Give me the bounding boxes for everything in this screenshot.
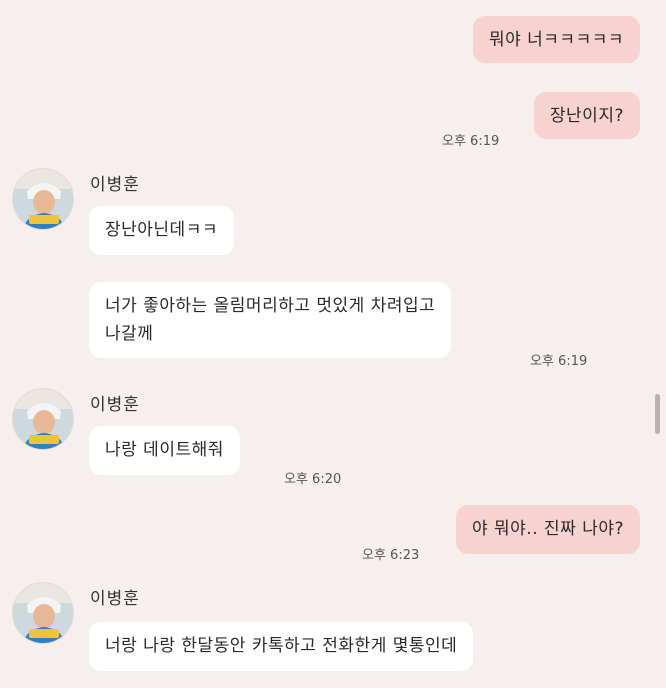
their-message-bubble[interactable]: 장난아닌데ㅋㅋ xyxy=(89,206,234,255)
message-timestamp: 오후 6:23 xyxy=(362,548,420,563)
scrollbar[interactable] xyxy=(655,394,660,434)
message-text: 장난아닌데ㅋㅋ xyxy=(105,220,218,240)
avatar[interactable] xyxy=(12,388,74,450)
message-text: 야 뭐야.. 진짜 나야? xyxy=(471,519,624,539)
my-message-bubble[interactable]: 야 뭐야.. 진짜 나야? xyxy=(455,505,640,554)
profile-photo-icon xyxy=(13,583,73,643)
my-message-bubble[interactable]: 장난이지? xyxy=(533,92,640,139)
message-text: 나랑 데이트해줘 xyxy=(105,440,224,460)
their-message-bubble[interactable]: 너가 좋아하는 올림머리하고 멋있게 차려입고 나갈께 xyxy=(89,282,452,358)
avatar[interactable] xyxy=(12,168,74,230)
my-message-bubble[interactable]: 뭐야 너ㅋㅋㅋㅋㅋ xyxy=(472,16,640,63)
contact-name: 이병훈 xyxy=(90,589,140,609)
message-timestamp: 오후 6:19 xyxy=(530,354,588,369)
message-text: 장난이지? xyxy=(549,106,624,126)
contact-name: 이병훈 xyxy=(90,395,140,415)
message-text: 뭐야 너ㅋㅋㅋㅋㅋ xyxy=(488,30,624,50)
their-message-bubble[interactable]: 나랑 데이트해줘 xyxy=(89,426,240,475)
message-text-line: 너가 좋아하는 올림머리하고 멋있게 차려입고 xyxy=(105,296,436,316)
message-text-line: 나갈께 xyxy=(105,324,154,344)
contact-name: 이병훈 xyxy=(90,175,140,195)
message-text: 너랑 나랑 한달동안 카톡하고 전화한게 몇통인데 xyxy=(105,636,458,656)
profile-photo-icon xyxy=(13,389,73,449)
avatar[interactable] xyxy=(12,582,74,644)
message-timestamp: 오후 6:20 xyxy=(284,472,342,487)
message-timestamp: 오후 6:19 xyxy=(442,134,500,149)
their-message-bubble[interactable]: 너랑 나랑 한달동안 카톡하고 전화한게 몇통인데 xyxy=(89,622,474,671)
profile-photo-icon xyxy=(13,169,73,229)
